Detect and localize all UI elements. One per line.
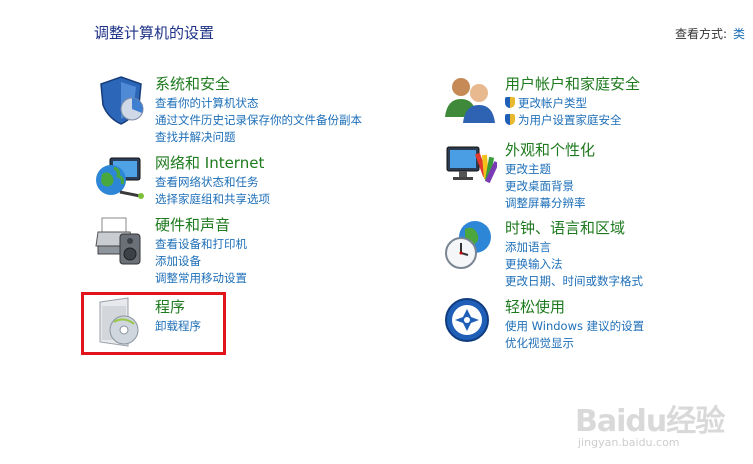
network-globe-icon[interactable] [94, 152, 148, 206]
link-screen-resolution[interactable]: 调整屏幕分辨率 [505, 195, 586, 212]
category-heading[interactable]: 外观和个性化 [505, 139, 595, 160]
monitor-palette-icon[interactable] [443, 139, 497, 193]
view-by-dropdown[interactable]: 类 [733, 27, 745, 41]
link-homegroup-sharing[interactable]: 选择家庭组和共享选项 [155, 191, 270, 208]
view-by-label: 查看方式: [675, 27, 728, 41]
link-family-safety[interactable]: 为用户设置家庭安全 [505, 112, 622, 129]
category-heading[interactable]: 轻松使用 [505, 296, 565, 317]
link-devices-printers[interactable]: 查看设备和打印机 [155, 236, 247, 253]
category-heading[interactable]: 网络和 Internet [155, 152, 264, 173]
uac-shield-icon [505, 97, 515, 108]
link-change-account-type[interactable]: 更改帐户类型 [505, 95, 622, 112]
ease-of-access-icon[interactable] [443, 296, 497, 350]
link-mobility-settings[interactable]: 调整常用移动设置 [155, 270, 247, 287]
view-by: 查看方式: 类 [675, 25, 745, 42]
baidu-watermark-url: jingyan.baidu.com [578, 436, 680, 449]
users-icon[interactable] [443, 73, 497, 127]
link-network-status[interactable]: 查看网络状态和任务 [155, 174, 270, 191]
link-desktop-background[interactable]: 更改桌面背景 [505, 178, 586, 195]
link-optimize-visual-display[interactable]: 优化视觉显示 [505, 335, 644, 352]
link-change-input-method[interactable]: 更换输入法 [505, 256, 643, 273]
baidu-watermark: Baidu经验 [575, 404, 725, 439]
printer-icon[interactable] [94, 214, 148, 268]
programs-highlight-box [81, 292, 226, 355]
link-label: 为用户设置家庭安全 [518, 113, 622, 127]
category-heading[interactable]: 系统和安全 [155, 73, 230, 94]
link-recommended-settings[interactable]: 使用 Windows 建议的设置 [505, 318, 644, 335]
link-add-language[interactable]: 添加语言 [505, 239, 643, 256]
category-heading[interactable]: 时钟、语言和区域 [505, 217, 625, 238]
link-file-history-backup[interactable]: 通过文件历史记录保存你的文件备份副本 [155, 112, 362, 129]
uac-shield-icon [505, 114, 515, 125]
link-troubleshoot[interactable]: 查找并解决问题 [155, 129, 362, 146]
clock-globe-icon[interactable] [443, 217, 497, 271]
link-view-computer-status[interactable]: 查看你的计算机状态 [155, 95, 362, 112]
page-title: 调整计算机的设置 [94, 24, 215, 42]
link-change-theme[interactable]: 更改主题 [505, 161, 586, 178]
shield-icon[interactable] [94, 73, 148, 127]
link-date-time-format[interactable]: 更改日期、时间或数字格式 [505, 273, 643, 290]
link-add-device[interactable]: 添加设备 [155, 253, 247, 270]
category-heading[interactable]: 硬件和声音 [155, 214, 230, 235]
link-label: 更改帐户类型 [518, 96, 587, 110]
category-heading[interactable]: 用户帐户和家庭安全 [505, 73, 640, 94]
